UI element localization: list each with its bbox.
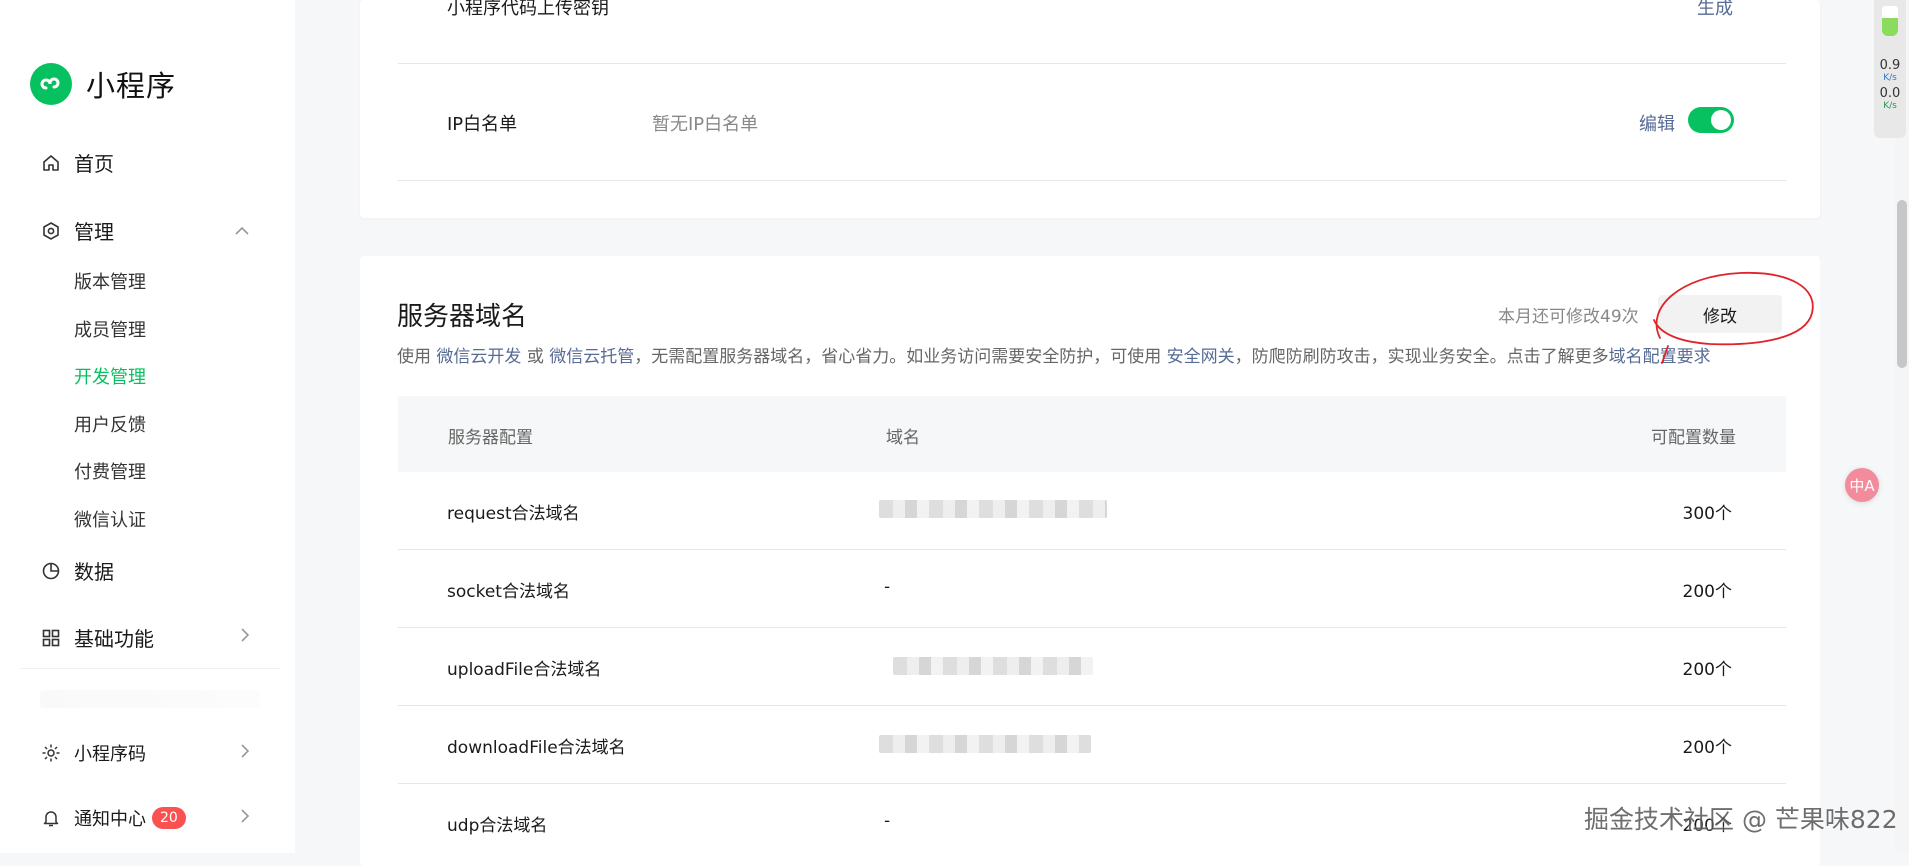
translate-button[interactable]: 中A bbox=[1845, 468, 1879, 502]
sun-qrcode-icon bbox=[40, 742, 62, 764]
row-domain: - bbox=[884, 577, 891, 597]
blurred-domain bbox=[879, 735, 1091, 753]
ip-whitelist-value: 暂无IP白名单 bbox=[652, 114, 759, 135]
sub-dev-manage[interactable]: 开发管理 bbox=[74, 363, 146, 389]
row-divider bbox=[398, 549, 1786, 550]
grid-icon bbox=[40, 627, 62, 649]
faded-nav-item bbox=[40, 690, 260, 708]
row-domain: - bbox=[884, 811, 891, 831]
nav-basic-label: 基础功能 bbox=[74, 627, 154, 651]
miniprogram-logo-icon bbox=[30, 63, 72, 105]
nav-data[interactable]: 数据 bbox=[40, 556, 250, 585]
generate-key-link[interactable]: 生成 bbox=[1697, 0, 1733, 20]
th-count: 可配置数量 bbox=[1651, 428, 1736, 448]
sub-version-manage[interactable]: 版本管理 bbox=[74, 268, 146, 294]
desc-text: 或 bbox=[526, 347, 544, 367]
scrollbar-thumb[interactable] bbox=[1897, 200, 1907, 368]
domain-requirements-link[interactable]: 域名配置要求 bbox=[1609, 347, 1711, 367]
nav-home-label: 首页 bbox=[74, 152, 114, 176]
row-count: 200个 bbox=[1682, 582, 1732, 602]
sub-member-manage[interactable]: 成员管理 bbox=[74, 316, 146, 342]
network-speed-widget: 0.9 K/s 0.0 K/s bbox=[1874, 0, 1906, 138]
blurred-domain bbox=[879, 500, 1107, 518]
ip-whitelist-edit-link[interactable]: 编辑 bbox=[1639, 110, 1675, 136]
desc-text: ，防爬防刷防攻击，实现业务安全。点击了解更多 bbox=[1234, 347, 1609, 367]
row-divider bbox=[398, 627, 1786, 628]
modify-button[interactable]: 修改 bbox=[1658, 295, 1782, 333]
sub-payment-manage[interactable]: 付费管理 bbox=[74, 458, 146, 484]
row-name: request合法域名 bbox=[447, 504, 580, 524]
sub-user-feedback[interactable]: 用户反馈 bbox=[74, 411, 146, 437]
sidebar-divider bbox=[20, 668, 280, 669]
table-header: 服务器配置 域名 可配置数量 bbox=[398, 396, 1786, 472]
hexagon-settings-icon bbox=[40, 220, 62, 242]
row-divider bbox=[398, 63, 1786, 64]
app-name: 小程序 bbox=[86, 69, 177, 103]
dev-settings-card: 小程序代码上传密钥 生成 IP白名单 暂无IP白名单 编辑 bbox=[360, 0, 1820, 218]
nav-home[interactable]: 首页 bbox=[40, 148, 250, 177]
watermark: 掘金技术社区 @ 芒果味822 bbox=[1584, 805, 1898, 834]
row-name: socket合法域名 bbox=[447, 582, 570, 602]
sidebar: 小程序 首页 管理 版本管理 成员管理 开发管理 用户反馈 付费管理 微信认证 … bbox=[0, 0, 295, 853]
net-down-unit: K/s bbox=[1883, 101, 1897, 111]
nav-basic-functions[interactable]: 基础功能 bbox=[40, 623, 250, 652]
ip-whitelist-label: IP白名单 bbox=[447, 114, 518, 135]
server-domain-card: 服务器域名 本月还可修改49次 修改 使用 微信云开发 或 微信云托管，无需配置… bbox=[360, 256, 1820, 866]
nav-manage-label: 管理 bbox=[74, 220, 114, 244]
blurred-domain bbox=[893, 657, 1093, 675]
th-domain: 域名 bbox=[886, 428, 920, 448]
sub-wechat-verify[interactable]: 微信认证 bbox=[74, 506, 146, 532]
home-icon bbox=[40, 152, 62, 174]
upload-key-label: 小程序代码上传密钥 bbox=[447, 0, 609, 19]
brand: 小程序 bbox=[30, 63, 176, 105]
nav-notification-center[interactable]: 通知中心 20 bbox=[40, 805, 250, 831]
row-divider bbox=[398, 783, 1786, 784]
nav-qrcode[interactable]: 小程序码 bbox=[40, 740, 250, 766]
row-name: udp合法域名 bbox=[447, 816, 548, 836]
cloud-dev-link[interactable]: 微信云开发 bbox=[436, 347, 521, 367]
cloud-hosting-link[interactable]: 微信云托管 bbox=[549, 347, 634, 367]
security-gateway-link[interactable]: 安全网关 bbox=[1167, 347, 1235, 367]
th-server-config: 服务器配置 bbox=[448, 428, 533, 448]
nav-data-label: 数据 bbox=[74, 560, 114, 584]
translate-icon: 中A bbox=[1849, 476, 1875, 495]
chevron-up-icon bbox=[234, 220, 250, 241]
bell-icon bbox=[40, 807, 62, 829]
nav-notify-label: 通知中心 bbox=[74, 809, 146, 830]
net-up-unit: K/s bbox=[1883, 73, 1897, 83]
row-name: uploadFile合法域名 bbox=[447, 660, 602, 680]
row-divider bbox=[398, 180, 1786, 181]
chevron-right-icon bbox=[240, 808, 250, 829]
notification-badge: 20 bbox=[152, 807, 186, 829]
net-up-value: 0.9 bbox=[1879, 58, 1901, 73]
pie-chart-icon bbox=[40, 560, 62, 582]
chevron-right-icon bbox=[240, 627, 250, 648]
remaining-changes: 本月还可修改49次 bbox=[1498, 307, 1639, 327]
row-count: 300个 bbox=[1682, 504, 1732, 524]
desc-text: ，无需配置服务器域名，省心省力。如业务访问需要安全防护，可使用 bbox=[634, 347, 1162, 367]
cup-icon bbox=[1882, 6, 1898, 36]
nav-qrcode-label: 小程序码 bbox=[74, 744, 146, 765]
nav-manage[interactable]: 管理 bbox=[40, 216, 250, 245]
desc-text: 使用 bbox=[397, 347, 431, 367]
section-title: 服务器域名 bbox=[397, 302, 528, 332]
row-count: 200个 bbox=[1682, 660, 1732, 680]
row-name: downloadFile合法域名 bbox=[447, 738, 626, 758]
section-description: 使用 微信云开发 或 微信云托管，无需配置服务器域名，省心省力。如业务访问需要安… bbox=[397, 342, 1711, 367]
row-count: 200个 bbox=[1682, 738, 1732, 758]
net-down-value: 0.0 bbox=[1879, 86, 1901, 101]
ip-whitelist-toggle[interactable] bbox=[1688, 107, 1734, 133]
row-divider bbox=[398, 705, 1786, 706]
chevron-right-icon bbox=[240, 743, 250, 764]
